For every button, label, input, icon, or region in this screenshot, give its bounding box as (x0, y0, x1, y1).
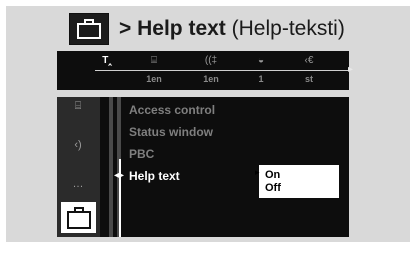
audio-language-icon: ((‡ (204, 55, 218, 66)
briefcase-icon (66, 206, 91, 229)
subtitle-icon: ⌸ (151, 55, 157, 66)
option-off[interactable]: Off (265, 182, 281, 194)
topbar-item-audio[interactable]: ((‡ 1en (191, 54, 231, 84)
menu-item-help-text[interactable]: Help text (129, 169, 180, 183)
subtitle-icon[interactable]: … (69, 178, 87, 190)
briefcase-icon (69, 13, 109, 45)
help-text-options-popup: ▸ On Off (255, 165, 339, 198)
title-bar: > Help text (Help-teksti) (69, 12, 345, 46)
title-arrow: > (119, 17, 132, 40)
page-title: > Help text (Help-teksti) (119, 17, 345, 41)
topbar-item-label: st (304, 74, 313, 84)
topbar-item-subtitle[interactable]: ⌸ 1en (134, 54, 174, 84)
topbar-item-label: 1en (203, 74, 219, 84)
sidebar-item-preferences-selected[interactable] (61, 202, 96, 233)
menu-item-status-window[interactable]: Status window (129, 125, 213, 139)
topbar-item-settings[interactable]: T‸ (87, 54, 127, 74)
scroll-divider (109, 97, 113, 237)
camera-angle-icon: ◒ (257, 55, 265, 66)
menu-item-pbc[interactable]: PBC (129, 147, 154, 161)
sound-mode-icon: ‹€ (304, 55, 314, 66)
cursor-arrow-icon: ◂▸ (114, 170, 125, 181)
settings-tools-icon: T‸ (102, 55, 112, 66)
topbar-item-label: 1en (146, 74, 162, 84)
option-on[interactable]: On (265, 169, 280, 181)
title-subtitle: (Help-teksti) (231, 17, 345, 40)
sidebar: ⌸ ‹) … (57, 97, 100, 237)
topbar-item-label: 1 (258, 74, 264, 84)
selection-marker-icon: ▸ (255, 167, 260, 177)
top-menu-bar: ▸ T‸ ⌸ 1en ((‡ 1en ◒ 1 ‹€ st (57, 51, 353, 90)
topbar-item-angle[interactable]: ◒ 1 (241, 54, 281, 84)
settings-menu: ⌸ ‹) … ◂▸ Access control Status window P… (57, 97, 349, 237)
display-icon[interactable]: ⌸ (69, 100, 87, 113)
menu-item-access-control[interactable]: Access control (129, 103, 215, 117)
topbar-end-arrow-icon: ▸ (347, 64, 353, 75)
speaker-icon[interactable]: ‹) (69, 139, 87, 151)
topbar-item-sound[interactable]: ‹€ st (289, 54, 329, 84)
title-main-text: Help text (137, 17, 226, 40)
